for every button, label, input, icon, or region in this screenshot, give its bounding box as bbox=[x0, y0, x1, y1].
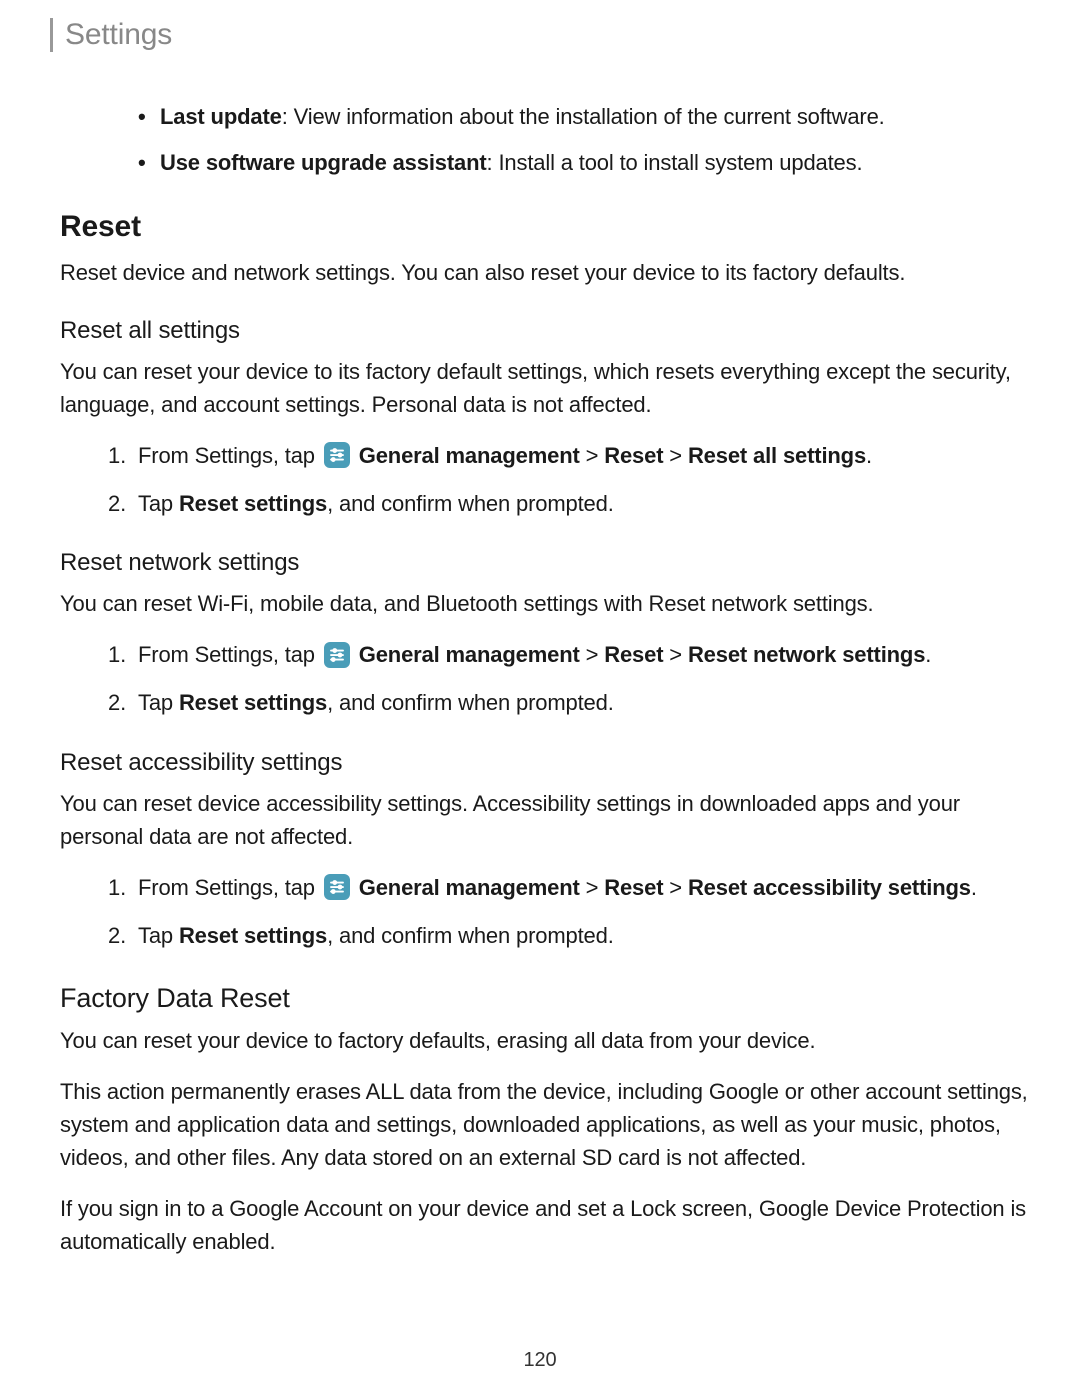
reset-network-heading: Reset network settings bbox=[60, 549, 1030, 577]
reset-all-heading: Reset all settings bbox=[60, 317, 1030, 345]
page-title: Settings bbox=[65, 18, 1030, 52]
sliders-icon bbox=[324, 642, 350, 668]
factory-p1: You can reset your device to factory def… bbox=[60, 1024, 1030, 1057]
reset-accessibility-steps: From Settings, tap General management > … bbox=[108, 871, 1030, 953]
page-content: Last update: View information about the … bbox=[50, 100, 1030, 1258]
factory-p2: This action permanently erases ALL data … bbox=[60, 1075, 1030, 1174]
reset-accessibility-heading: Reset accessibility settings bbox=[60, 749, 1030, 777]
bullet-label: Last update bbox=[160, 104, 282, 129]
page-number: 120 bbox=[524, 1349, 557, 1372]
reset-accessibility-intro: You can reset device accessibility setti… bbox=[60, 787, 1030, 853]
bullet-text: : Install a tool to install system updat… bbox=[487, 150, 863, 175]
bullet-text: : View information about the installatio… bbox=[282, 104, 885, 129]
reset-intro: Reset device and network settings. You c… bbox=[60, 256, 1030, 289]
sliders-icon bbox=[324, 442, 350, 468]
step-2: Tap Reset settings, and confirm when pro… bbox=[108, 919, 1030, 953]
step-1: From Settings, tap General management > … bbox=[108, 439, 1030, 473]
step-2: Tap Reset settings, and confirm when pro… bbox=[108, 686, 1030, 720]
reset-all-intro: You can reset your device to its factory… bbox=[60, 355, 1030, 421]
step-2: Tap Reset settings, and confirm when pro… bbox=[108, 487, 1030, 521]
factory-heading: Factory Data Reset bbox=[60, 983, 1030, 1014]
bullet-label: Use software upgrade assistant bbox=[160, 150, 487, 175]
reset-network-steps: From Settings, tap General management > … bbox=[108, 638, 1030, 720]
intro-bullets: Last update: View information about the … bbox=[138, 100, 1030, 180]
bullet-upgrade-assistant: Use software upgrade assistant: Install … bbox=[138, 146, 1030, 180]
sliders-icon bbox=[324, 874, 350, 900]
step-1: From Settings, tap General management > … bbox=[108, 871, 1030, 905]
page-header: Settings bbox=[50, 18, 1030, 52]
reset-all-steps: From Settings, tap General management > … bbox=[108, 439, 1030, 521]
step-1: From Settings, tap General management > … bbox=[108, 638, 1030, 672]
reset-heading: Reset bbox=[60, 210, 1030, 244]
bullet-last-update: Last update: View information about the … bbox=[138, 100, 1030, 134]
reset-network-intro: You can reset Wi-Fi, mobile data, and Bl… bbox=[60, 587, 1030, 620]
factory-p3: If you sign in to a Google Account on yo… bbox=[60, 1192, 1030, 1258]
